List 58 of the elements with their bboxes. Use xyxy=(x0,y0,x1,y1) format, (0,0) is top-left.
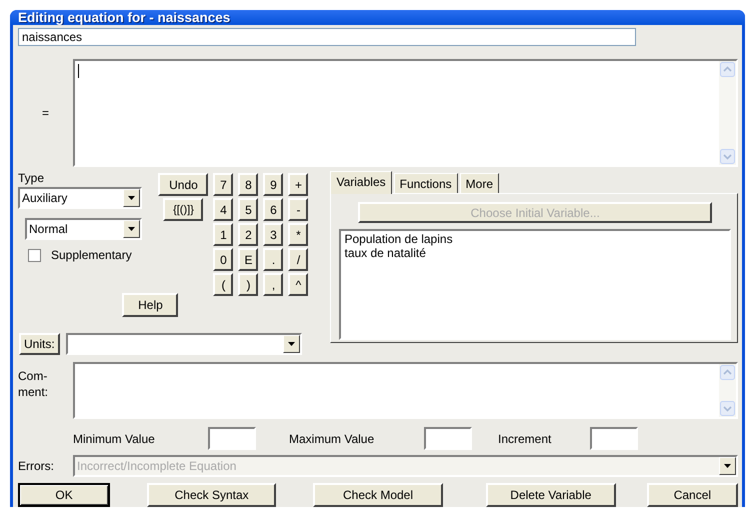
dialog-button[interactable]: Delete Variable xyxy=(486,483,616,507)
keypad-key[interactable]: , xyxy=(263,273,284,296)
errors-dropdown: Incorrect/Incomplete Equation xyxy=(73,455,738,477)
range-field[interactable] xyxy=(590,427,638,450)
keypad-key[interactable]: 0 xyxy=(213,248,234,271)
range-field[interactable] xyxy=(424,427,472,450)
list-item[interactable]: taux de natalité xyxy=(344,246,726,260)
type-label: Type xyxy=(18,171,46,185)
undo-button[interactable]: Undo xyxy=(158,173,208,196)
keypad-key[interactable]: ) xyxy=(238,273,258,296)
range-label: Increment xyxy=(498,432,552,446)
keypad-key[interactable]: 7 xyxy=(213,173,234,196)
keypad-key[interactable]: 3 xyxy=(263,223,284,246)
dropdown-arrow-icon xyxy=(288,342,295,346)
keypad-key[interactable]: ( xyxy=(213,273,234,296)
keypad-key[interactable]: + xyxy=(288,173,308,196)
keypad-key[interactable]: E xyxy=(238,248,258,271)
keypad-key[interactable]: 9 xyxy=(263,173,284,196)
dialog-button[interactable]: OK xyxy=(18,483,110,507)
brackets-button[interactable]: {[()]} xyxy=(163,198,204,221)
window-title: Editing equation for - naissances xyxy=(10,10,745,25)
type-dropdown[interactable]: Auxiliary xyxy=(18,187,142,209)
equation-field[interactable] xyxy=(73,59,738,167)
comment-label: Com- ment: xyxy=(18,368,50,401)
name-field[interactable]: naissances xyxy=(18,28,636,46)
supplementary-label: Supplementary xyxy=(51,248,132,262)
units-button[interactable]: Units: xyxy=(19,333,60,355)
list-item[interactable]: Population de lapins xyxy=(344,232,726,246)
keypad-key[interactable]: 5 xyxy=(238,198,258,221)
keypad-key[interactable]: 1 xyxy=(213,223,234,246)
tab[interactable]: Variables xyxy=(330,171,392,194)
dropdown-arrow-icon xyxy=(128,227,135,231)
checkbox[interactable] xyxy=(28,248,41,262)
comment-field[interactable] xyxy=(73,362,738,419)
units-dropdown[interactable] xyxy=(66,333,302,355)
keypad-key[interactable]: 4 xyxy=(213,198,234,221)
keypad-key[interactable]: 6 xyxy=(263,198,284,221)
dropdown-arrow-icon xyxy=(128,196,135,200)
keypad-key[interactable]: * xyxy=(288,223,308,246)
dialog-button[interactable]: Check Syntax xyxy=(147,483,276,507)
dialog-button[interactable]: Check Model xyxy=(313,483,443,507)
dropdown-arrow-icon xyxy=(724,464,731,468)
range-label: Minimum Value xyxy=(73,432,156,446)
keypad-key[interactable]: 8 xyxy=(238,173,258,196)
range-label: Maximum Value xyxy=(289,432,376,446)
dialog-button[interactable]: Cancel xyxy=(646,483,738,507)
type-dropdown[interactable]: Normal xyxy=(25,218,142,240)
equals-label: = xyxy=(42,106,49,120)
tab[interactable]: Functions xyxy=(394,173,458,193)
keypad-key[interactable]: 2 xyxy=(238,223,258,246)
keypad-key[interactable]: / xyxy=(288,248,308,271)
keypad-key[interactable]: - xyxy=(288,198,308,221)
help-button[interactable]: Help xyxy=(122,293,178,317)
keypad-key[interactable]: . xyxy=(263,248,284,271)
errors-label: Errors: xyxy=(18,459,55,473)
tab[interactable]: More xyxy=(460,173,499,193)
keypad-key[interactable]: ^ xyxy=(288,273,308,296)
range-field[interactable] xyxy=(208,427,256,450)
